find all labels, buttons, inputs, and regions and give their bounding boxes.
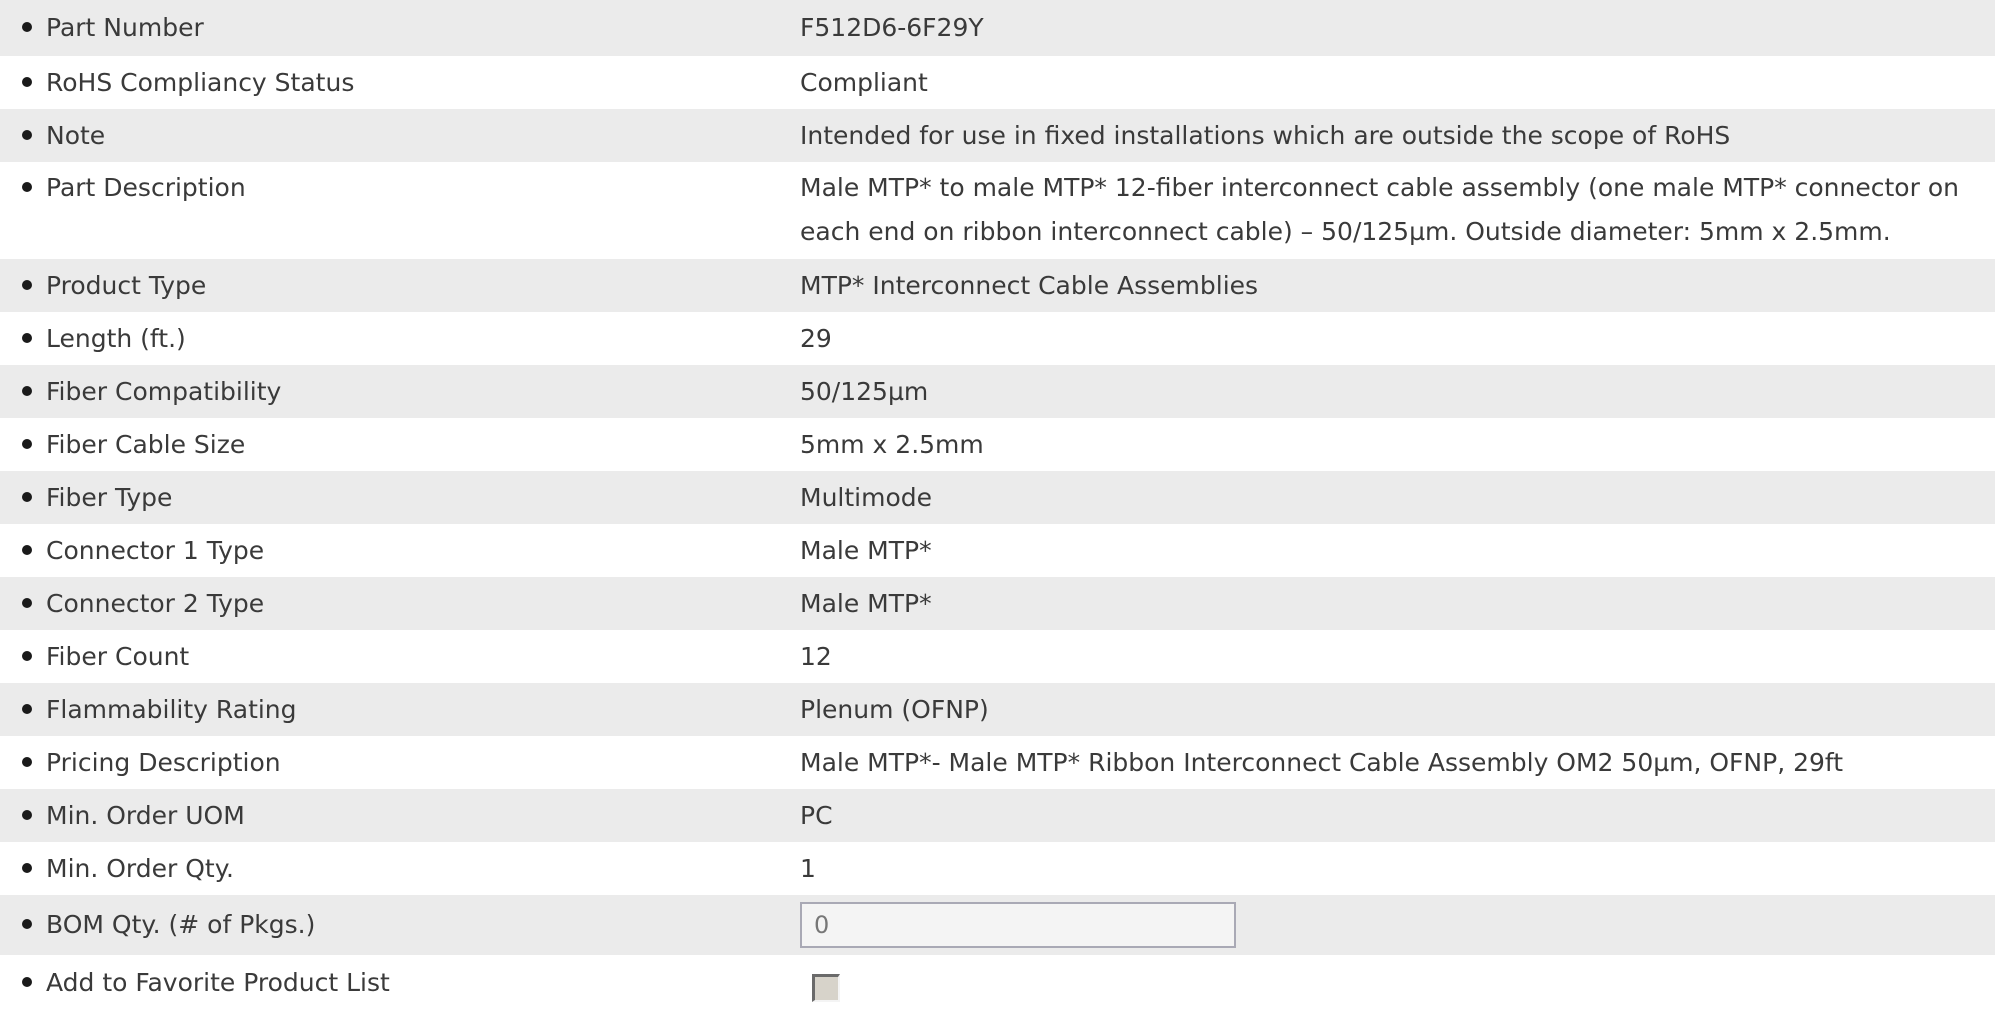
spec-row-min-order-uom: Min. Order UOM PC	[0, 789, 1995, 842]
bom-qty-input[interactable]	[800, 902, 1236, 948]
spec-label: Connector 1 Type	[46, 535, 265, 565]
spec-label: BOM Qty. (# of Pkgs.)	[46, 910, 316, 939]
bullet-icon	[22, 977, 32, 987]
bullet-icon	[22, 597, 32, 608]
product-spec-table: Part Number F512D6-6F29Y RoHS Compliancy…	[0, 0, 1995, 1011]
spec-label: Flammability Rating	[46, 694, 297, 724]
spec-value: 29	[800, 312, 1995, 365]
spec-label: Length (ft.)	[46, 323, 186, 353]
spec-label: Fiber Compatibility	[46, 376, 282, 406]
spec-value-line: each end on ribbon interconnect cable) –…	[800, 217, 1891, 246]
spec-value: Male MTP* to male MTP* 12-fiber intercon…	[800, 162, 1995, 259]
bullet-icon	[22, 862, 32, 873]
spec-row-rohs: RoHS Compliancy Status Compliant	[0, 56, 1995, 109]
spec-label: Part Number	[46, 13, 204, 42]
bullet-icon	[22, 544, 32, 555]
spec-row-part-description: Part Description Male MTP* to male MTP* …	[0, 162, 1995, 259]
spec-value: Male MTP*	[800, 577, 1995, 630]
spec-label: Fiber Type	[46, 482, 173, 512]
spec-value: F512D6-6F29Y	[800, 0, 1995, 56]
spec-row-fiber-compatibility: Fiber Compatibility 50/125µm	[0, 365, 1995, 418]
spec-row-flammability-rating: Flammability Rating Plenum (OFNP)	[0, 683, 1995, 736]
spec-label: Add to Favorite Product List	[46, 968, 390, 997]
bullet-icon	[22, 650, 32, 661]
spec-value: Multimode	[800, 471, 1995, 524]
spec-value-line: Male MTP* to male MTP* 12-fiber intercon…	[800, 173, 1959, 202]
spec-row-fiber-count: Fiber Count 12	[0, 630, 1995, 683]
spec-label: RoHS Compliancy Status	[46, 67, 355, 97]
spec-label: Part Description	[46, 173, 246, 202]
bullet-icon	[22, 919, 32, 929]
spec-row-connector-2-type: Connector 2 Type Male MTP*	[0, 577, 1995, 630]
bullet-icon	[22, 332, 32, 343]
spec-value: Male MTP*- Male MTP* Ribbon Interconnect…	[800, 736, 1995, 789]
spec-label: Product Type	[46, 270, 207, 300]
bullet-icon	[22, 279, 32, 290]
spec-row-connector-1-type: Connector 1 Type Male MTP*	[0, 524, 1995, 577]
spec-row-add-to-favorites: Add to Favorite Product List	[0, 955, 1995, 1011]
bullet-icon	[22, 22, 32, 32]
spec-value: Male MTP*	[800, 524, 1995, 577]
bullet-icon	[22, 129, 32, 140]
spec-row-min-order-qty: Min. Order Qty. 1	[0, 842, 1995, 895]
bullet-icon	[22, 438, 32, 449]
spec-value: Plenum (OFNP)	[800, 683, 1995, 736]
spec-value: PC	[800, 789, 1995, 842]
spec-row-fiber-cable-size: Fiber Cable Size 5mm x 2.5mm	[0, 418, 1995, 471]
spec-label: Min. Order UOM	[46, 800, 245, 830]
spec-row-product-type: Product Type MTP* Interconnect Cable Ass…	[0, 259, 1995, 312]
spec-row-bom-qty: BOM Qty. (# of Pkgs.)	[0, 895, 1995, 955]
bullet-icon	[22, 76, 32, 87]
spec-row-pricing-description: Pricing Description Male MTP*- Male MTP*…	[0, 736, 1995, 789]
bullet-icon	[22, 491, 32, 502]
spec-row-note: Note Intended for use in fixed installat…	[0, 109, 1995, 162]
bullet-icon	[22, 182, 32, 192]
spec-label: Min. Order Qty.	[46, 853, 234, 883]
spec-value: MTP* Interconnect Cable Assemblies	[800, 259, 1995, 312]
bullet-icon	[22, 385, 32, 396]
spec-label: Pricing Description	[46, 747, 281, 777]
spec-value: 50/125µm	[800, 365, 1995, 418]
spec-label: Connector 2 Type	[46, 588, 265, 618]
spec-value: Intended for use in fixed installations …	[800, 109, 1995, 162]
bullet-icon	[22, 809, 32, 820]
bullet-icon	[22, 703, 32, 714]
spec-row-length: Length (ft.) 29	[0, 312, 1995, 365]
bullet-icon	[22, 756, 32, 767]
spec-value: 1	[800, 842, 1995, 895]
spec-value: 5mm x 2.5mm	[800, 418, 1995, 471]
spec-value: Compliant	[800, 56, 1995, 109]
spec-row-fiber-type: Fiber Type Multimode	[0, 471, 1995, 524]
spec-row-part-number: Part Number F512D6-6F29Y	[0, 0, 1995, 56]
spec-label: Note	[46, 120, 106, 150]
spec-label: Fiber Count	[46, 641, 190, 671]
spec-value: 12	[800, 630, 1995, 683]
spec-label: Fiber Cable Size	[46, 429, 246, 459]
add-to-favorites-checkbox[interactable]	[812, 974, 840, 1002]
